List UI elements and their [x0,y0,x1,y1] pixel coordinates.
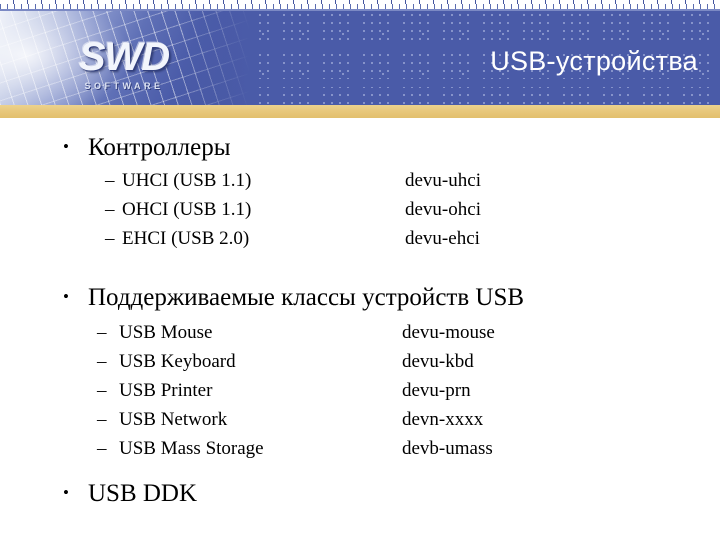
logo-fade-edge [176,11,256,105]
section-heading-controllers: • Контроллеры [63,134,231,161]
dash-icon: – [97,438,107,459]
logo-image: SWD SOFTWARE [0,11,256,105]
logo-tagline: SOFTWARE [84,81,164,91]
dash-icon: – [105,228,115,249]
section-usb-ddk: • USB DDK [63,480,197,508]
bullet-icon: • [63,137,69,156]
slide: SWD SOFTWARE USB-устройства • Контроллер… [0,0,720,540]
dash-icon: – [97,409,107,430]
slide-body: • Контроллеры – UHCI (USB 1.1) devu-uhci… [63,134,525,508]
header-accent-bar [0,105,720,118]
section-supported-classes: • Поддерживаемые классы устройств USB [63,284,524,312]
page-title: USB-устройства [490,46,698,76]
dash-icon: – [105,170,115,191]
dash-icon: – [97,351,107,372]
section-heading-usb-ddk: • USB DDK [63,480,198,507]
section-controllers: • Контроллеры [63,134,231,162]
dash-icon: – [105,199,115,220]
dash-icon: – [97,322,107,343]
dash-icon: – [97,380,107,401]
slide-header: SWD SOFTWARE USB-устройства [0,0,720,105]
bullet-icon: • [63,483,69,502]
bullet-icon: • [63,287,69,306]
section-heading-supported-classes: • Поддерживаемые классы устройств USB [63,284,525,311]
header-ruler-strip [0,0,720,9]
logo-wordmark: SWD [78,35,170,79]
header-ruler-underline [0,9,720,11]
